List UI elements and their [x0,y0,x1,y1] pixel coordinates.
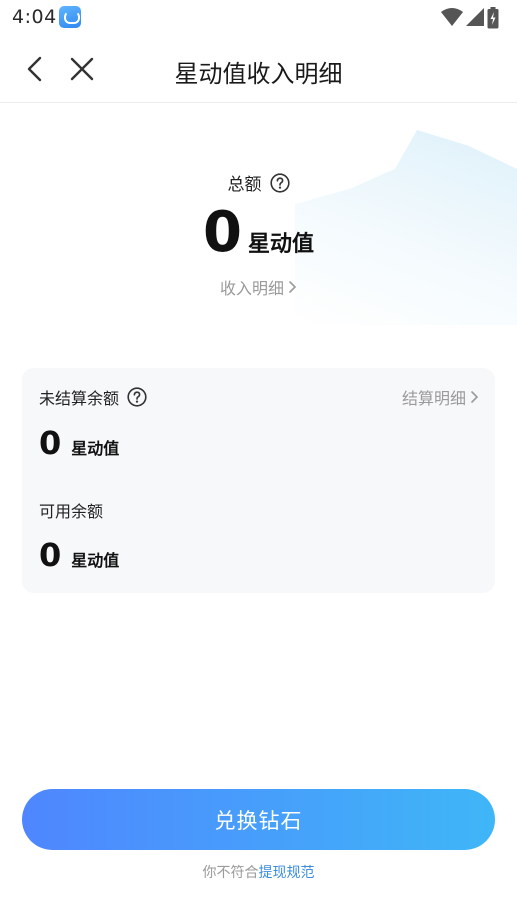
unsettled-balance-value: 0 星动值 [39,424,119,462]
app-notification-icon [59,6,81,28]
income-detail-label: 收入明细 [219,279,284,298]
exchange-diamonds-button[interactable]: 兑换钻石 [22,789,495,850]
unsettled-unit: 星动值 [71,439,120,458]
available-balance-value: 0 星动值 [39,536,119,574]
settlement-detail-link[interactable]: 结算明细 [402,385,479,409]
policy-notice: 你不符合提现规范 [0,862,517,882]
settlement-detail-label: 结算明细 [401,389,466,408]
chevron-right-icon [471,391,479,403]
available-amount: 0 [39,536,62,574]
policy-prefix: 你不符合 [202,865,259,881]
page-title: 星动值收入明细 [174,60,343,88]
withdrawal-policy-link[interactable]: 提现规范 [259,865,315,881]
available-balance-row: 可用余额 [39,498,103,522]
balance-card: 未结算余额 结算明细 0 星动值 可用余额 0 星动值 [22,368,495,593]
wifi-icon [441,8,463,26]
total-amount: 0 [203,200,242,265]
total-section: 总额 0 星动值 收入明细 [0,170,517,299]
chevron-right-icon [289,281,297,293]
header: 星动值收入明细 [0,36,517,103]
battery-icon [487,7,499,29]
total-value-row: 0 星动值 [0,203,517,263]
status-icons [413,7,509,29]
signal-icon [466,8,484,26]
status-bar: 4:04 [0,0,517,36]
total-label-row: 总额 [228,170,290,195]
available-balance-label: 可用余额 [39,502,104,521]
income-detail-link[interactable]: 收入明细 [220,275,297,299]
status-time: 4:04 [12,6,57,28]
total-label: 总额 [227,175,262,195]
screen: 4:04 星动值收入明细 总额 0 星动值 收入明细 未结算余额 结算明细 0 … [0,0,517,919]
total-unit: 星动值 [247,232,314,257]
unsettled-balance-label: 未结算余额 [39,389,120,408]
unsettled-amount: 0 [39,424,62,462]
help-icon[interactable] [127,387,147,407]
help-icon[interactable] [269,172,290,193]
unsettled-balance-row: 未结算余额 [39,385,147,409]
available-unit: 星动值 [71,551,120,570]
